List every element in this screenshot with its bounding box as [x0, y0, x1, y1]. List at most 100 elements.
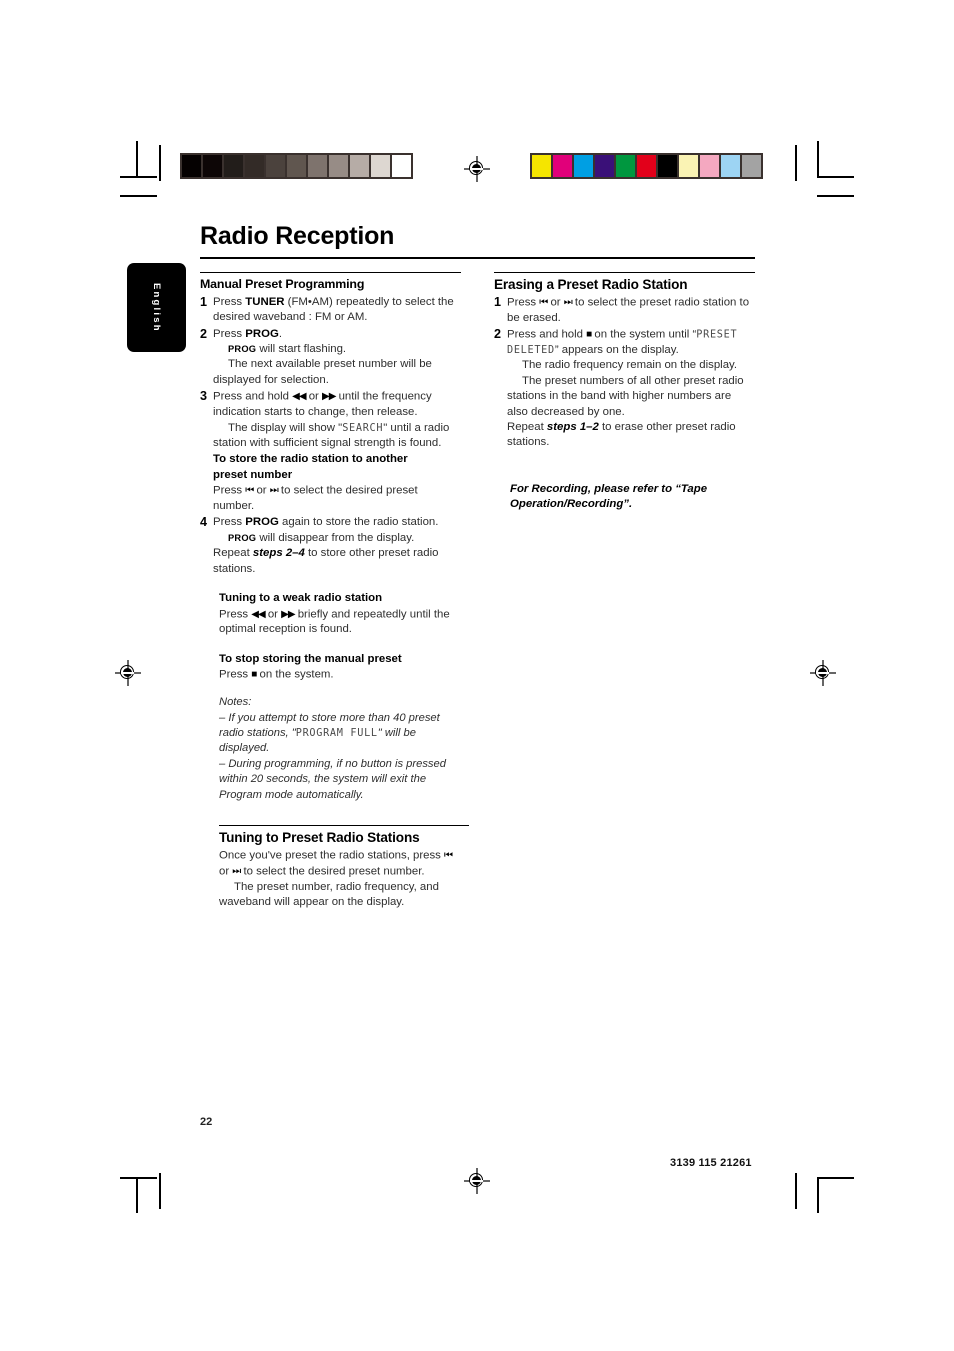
grayscale-swatch-6	[308, 155, 327, 177]
sub-note-text: will disappear from the display.	[256, 531, 415, 544]
next-track-icon: ⏭	[563, 296, 573, 308]
crop-mark-bottom-right-vertical	[817, 1177, 819, 1213]
grayscale-swatch-1	[203, 155, 222, 177]
color-swatch-0	[532, 155, 551, 177]
left-column: Manual Preset Programming 1 Press TUNER …	[200, 272, 469, 910]
previous-track-icon: ⏮	[444, 849, 453, 861]
step-item-1: 1 Press TUNER (FM•AM) repeatedly to sele…	[200, 295, 461, 326]
step-body: Press ⏮ or ⏭ to select the preset radio …	[507, 295, 755, 326]
registration-crosshair	[121, 672, 134, 674]
heading-manual-preset-programming: Manual Preset Programming	[200, 277, 365, 292]
step-text-pre: Press	[507, 296, 540, 309]
tuning-preset-sub-note: The preset number, radio frequency, and …	[219, 880, 439, 908]
crop-mark-top-right-inner-vertical	[795, 145, 797, 181]
registration-crosshair	[470, 168, 483, 170]
step-text-pre: Press	[213, 516, 246, 529]
color-swatch-2	[574, 155, 593, 177]
step-sub-note-1: The display will show "SEARCH" until a r…	[213, 421, 461, 452]
repeat-instruction: Repeat steps 2–4 to store other preset r…	[213, 546, 461, 577]
lcd-text-search: SEARCH	[342, 422, 384, 434]
grayscale-swatch-5	[287, 155, 306, 177]
title-divider	[200, 257, 755, 259]
step-number: 2	[494, 327, 502, 342]
crop-mark-top-left-horizontal	[120, 176, 157, 178]
step-text-post: again to store the radio station.	[278, 516, 439, 529]
page-title: Radio Reception	[200, 222, 395, 250]
step-number: 1	[200, 294, 208, 309]
color-swatch-4	[616, 155, 635, 177]
next-track-icon: ⏭	[269, 485, 279, 497]
grayscale-calibration-bar	[180, 153, 413, 179]
subsection-body: To store the radio station to another pr…	[213, 452, 461, 514]
step-body: Press TUNER (FM•AM) repeatedly to select…	[213, 295, 461, 326]
color-swatch-10	[742, 155, 761, 177]
grayscale-swatch-8	[350, 155, 369, 177]
repeat-steps-ref: steps 2–4	[252, 547, 305, 560]
step-text-pre: Press	[213, 295, 246, 308]
step-text-pre: Press	[213, 327, 246, 340]
page-number: 22	[200, 1116, 213, 1128]
sub-note-pre: The display will show "	[228, 421, 343, 434]
color-swatch-6	[658, 155, 677, 177]
crop-mark-bottom-left-vertical	[136, 1177, 138, 1213]
crop-mark-bottom-right-horizontal	[817, 1177, 854, 1179]
text-pre: Press	[213, 484, 246, 497]
subsection-text: Press ⏮ or ⏭ to select the desired prese…	[213, 483, 461, 514]
sub-note-text: will start flashing.	[256, 343, 347, 356]
note-item-2: – During programming, if no button is pr…	[219, 757, 446, 801]
crop-mark-top-right-horizontal	[817, 176, 854, 178]
text-pre: Press	[219, 608, 252, 621]
step-item-4: 4 Press PROG again to store the radio st…	[200, 515, 461, 577]
step-body: Press PROG. PROG will start flashing. Th…	[213, 327, 461, 389]
step-sub-note-1: The radio frequency remain on the displa…	[522, 359, 738, 372]
section-divider-tuning-preset	[219, 824, 469, 827]
step-text-pre: Press and hold	[507, 328, 587, 341]
rewind-icon: ◀◀	[292, 391, 306, 403]
heading-tuning-preset-stations: Tuning to Preset Radio Stations	[219, 830, 420, 846]
color-swatch-9	[721, 155, 740, 177]
crop-mark-bottom-right-inner-vertical	[795, 1173, 797, 1209]
right-column: Erasing a Preset Radio Station 1 Press ⏮…	[494, 272, 755, 513]
step-body: Press and hold ◀◀ or ▶▶ until the freque…	[213, 389, 461, 451]
step-text-post: .	[278, 327, 282, 340]
subheading-line-2: preset number	[213, 468, 293, 481]
repeat-pre: Repeat	[507, 421, 547, 434]
step-text-mid: or	[547, 296, 564, 309]
step-number: 3	[200, 389, 208, 404]
notes-block: Notes: – If you attempt to store more th…	[200, 695, 461, 803]
recording-note-line-1: For Recording, please refer to “Tape	[510, 482, 708, 495]
text-mid: or	[253, 484, 270, 497]
step-text-post: ” appears on the display.	[554, 344, 679, 357]
language-tab-english: English	[127, 263, 186, 352]
registration-target-left-middle	[115, 660, 141, 686]
text-post: on the system.	[256, 668, 334, 681]
display-indicator-prog: PROG	[228, 344, 257, 355]
repeat-steps-ref: steps 1–2	[546, 421, 599, 434]
step-item-3: 3 Press and hold ◀◀ or ▶▶ until the freq…	[200, 389, 461, 451]
section-divider-erasing-preset	[494, 272, 755, 274]
subheading-stop-storing: To stop storing the manual preset	[219, 652, 402, 665]
crop-mark-bottom-left-horizontal	[120, 1177, 157, 1179]
grayscale-swatch-2	[224, 155, 243, 177]
registration-target-top-center	[464, 156, 490, 182]
repeat-pre: Repeat	[213, 547, 253, 560]
registration-target-bottom-center	[464, 1168, 490, 1194]
section-divider-manual-preset	[200, 272, 461, 274]
step-body: Press PROG again to store the radio stat…	[213, 515, 461, 577]
step-number: 4	[200, 515, 208, 530]
step-item-2: 2 Press and hold ■ on the system until “…	[494, 327, 755, 451]
text-pre: Press	[219, 668, 252, 681]
step-sub-note-1: PROG will start flashing.	[213, 342, 461, 357]
crop-mark-top-right-vertical	[817, 141, 819, 177]
step-number: 2	[200, 326, 208, 341]
step-item-2: 2 Press PROG. PROG will start flashing. …	[200, 327, 461, 389]
note-item-1: – If you attempt to store more than 40 p…	[219, 711, 461, 757]
subsection-weak-radio-station: Tuning to a weak radio station Press ◀◀ …	[200, 591, 461, 638]
notes-title: Notes:	[219, 696, 252, 709]
document-code: 3139 115 21261	[670, 1157, 752, 1169]
button-name-prog: PROG	[245, 516, 279, 529]
